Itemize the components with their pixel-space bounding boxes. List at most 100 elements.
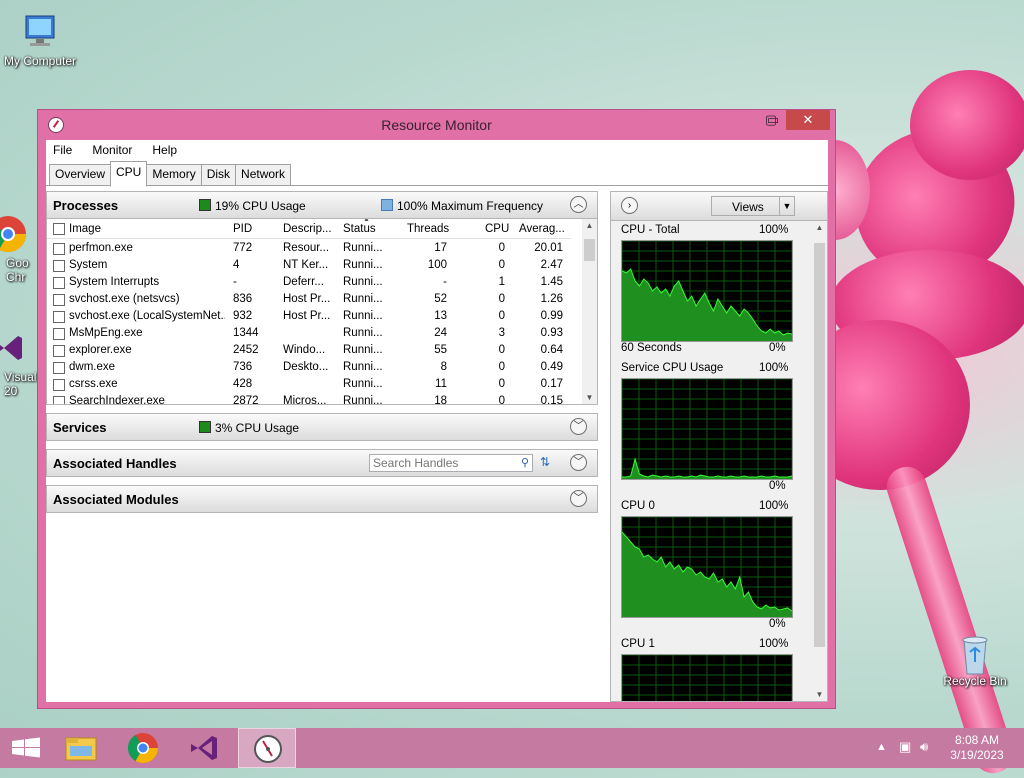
- close-button[interactable]: ✕: [786, 110, 830, 130]
- cell-cpu: 0: [498, 378, 505, 390]
- row-checkbox[interactable]: [53, 294, 65, 306]
- cell-average-cpu: 0.99: [540, 310, 563, 322]
- row-checkbox[interactable]: [53, 328, 65, 340]
- column-average-cpu[interactable]: Averag...: [519, 223, 565, 235]
- row-checkbox[interactable]: [53, 379, 65, 391]
- graphs-pane: › Views ▼ CPU - Total 100% 60 Seconds 0% Ser…: [610, 191, 828, 702]
- desktop-icon-recycle-bin[interactable]: Recycle Bin: [935, 632, 1015, 688]
- taskbar-chrome[interactable]: [116, 728, 170, 768]
- scroll-up-icon[interactable]: ▲: [582, 221, 597, 230]
- taskbar-file-explorer[interactable]: [54, 728, 108, 768]
- chevron-down-icon[interactable]: ﹀: [570, 418, 587, 435]
- cell-pid: 2872: [233, 395, 259, 405]
- scroll-thumb[interactable]: [814, 243, 825, 647]
- network-icon[interactable]: ▣: [899, 739, 911, 755]
- taskbar-resource-monitor[interactable]: [238, 728, 296, 768]
- row-checkbox[interactable]: [53, 277, 65, 289]
- tab-overview[interactable]: Overview: [49, 164, 112, 185]
- processes-scrollbar[interactable]: ▲ ▼: [582, 219, 597, 404]
- select-all-checkbox[interactable]: [53, 223, 65, 235]
- table-row[interactable]: svchost.exe (netsvcs) 836 Host Pr... Runni.…: [47, 291, 571, 308]
- handles-header[interactable]: Associated Handles ⚲ ⇅ ﹀: [46, 449, 598, 477]
- cell-cpu: 1: [498, 276, 505, 288]
- table-row[interactable]: MsMpEng.exe 1344 Runni... 24 3 0.93: [47, 325, 571, 342]
- start-button[interactable]: [0, 728, 54, 768]
- table-row[interactable]: System Interrupts - Deferr... Runni... - 1 1.4…: [47, 274, 571, 291]
- graphs-scrollbar[interactable]: ▲ ▼: [812, 221, 827, 701]
- cell-status: Runni...: [343, 276, 383, 288]
- handles-title: Associated Handles: [53, 456, 177, 471]
- menu-file[interactable]: File: [50, 143, 75, 157]
- scroll-down-icon[interactable]: ▼: [812, 690, 827, 699]
- row-checkbox[interactable]: [53, 311, 65, 323]
- row-checkbox[interactable]: [53, 345, 65, 357]
- chevron-right-icon[interactable]: ›: [621, 197, 638, 214]
- taskbar-visual-studio[interactable]: [177, 728, 231, 768]
- maximize-button[interactable]: ▢: [758, 110, 784, 130]
- table-row[interactable]: perfmon.exe 772 Resour... Runni... 17 0 20.01: [47, 240, 571, 257]
- column-cpu[interactable]: CPU: [485, 223, 509, 235]
- title-bar[interactable]: Resource Monitor ▭ ▢ ✕: [38, 110, 835, 140]
- scroll-up-icon[interactable]: ▲: [812, 223, 827, 232]
- processes-column-headers: Image PID Descrip... Status ▲ Threads CP…: [47, 219, 571, 239]
- chevron-down-icon[interactable]: ﹀: [570, 454, 587, 471]
- processes-header[interactable]: Processes 19% CPU Usage 100% Maximum Fre…: [46, 191, 598, 219]
- desktop-icon-visual-studio[interactable]: Visual 20: [0, 328, 38, 398]
- refresh-icon[interactable]: ⇅: [537, 455, 553, 471]
- table-row[interactable]: svchost.exe (LocalSystemNet... 932 Host Pr…: [47, 308, 571, 325]
- graph-canvas: [621, 378, 793, 480]
- cell-cpu: 0: [498, 242, 505, 254]
- search-icon[interactable]: ⚲: [521, 456, 529, 469]
- table-row[interactable]: explorer.exe 2452 Windo... Runni... 55 0 0.64: [47, 342, 571, 359]
- cell-threads: 52: [434, 293, 447, 305]
- green-square-icon: [199, 421, 211, 433]
- tab-disk[interactable]: Disk: [200, 164, 237, 185]
- column-status[interactable]: Status: [343, 223, 376, 235]
- processes-title: Processes: [53, 198, 119, 213]
- table-row[interactable]: csrss.exe 428 Runni... 11 0 0.17: [47, 376, 571, 393]
- column-image[interactable]: Image: [69, 223, 101, 235]
- table-row[interactable]: System 4 NT Ker... Runni... 100 0 2.47: [47, 257, 571, 274]
- cell-average-cpu: 0.17: [540, 378, 563, 390]
- scroll-down-icon[interactable]: ▼: [582, 393, 597, 402]
- modules-header[interactable]: Associated Modules ﹀: [46, 485, 598, 513]
- graphs-header: › Views ▼: [611, 192, 827, 221]
- green-square-icon: [199, 199, 211, 211]
- table-row[interactable]: SearchIndexer.exe 2872 Micros... Runni... 18…: [47, 393, 571, 405]
- column-pid[interactable]: PID: [233, 223, 252, 235]
- processes-cpu-usage-text: 19% CPU Usage: [215, 199, 306, 213]
- services-header[interactable]: Services 3% CPU Usage ﹀: [46, 413, 598, 441]
- taskbar-clock[interactable]: 8:08 AM 3/19/2023: [935, 733, 1019, 763]
- row-checkbox[interactable]: [53, 260, 65, 272]
- menu-help[interactable]: Help: [149, 143, 180, 157]
- tab-memory[interactable]: Memory: [146, 164, 202, 185]
- chrome-icon: [0, 214, 28, 254]
- column-threads[interactable]: Threads: [407, 223, 449, 235]
- graph-title: CPU - Total: [621, 224, 680, 236]
- dropdown-arrow-icon[interactable]: ▼: [779, 197, 794, 215]
- chevron-down-icon[interactable]: ﹀: [570, 490, 587, 507]
- tab-cpu[interactable]: CPU: [110, 161, 148, 187]
- table-row[interactable]: dwm.exe 736 Deskto... Runni... 8 0 0.49: [47, 359, 571, 376]
- desktop-icon-chrome[interactable]: Goo Chr: [0, 214, 38, 284]
- desktop-icon-my-computer[interactable]: My Computer: [0, 12, 80, 68]
- cell-image: explorer.exe: [69, 344, 132, 356]
- search-handles-input[interactable]: [373, 456, 513, 470]
- row-checkbox[interactable]: [53, 362, 65, 374]
- column-description[interactable]: Descrip...: [283, 223, 332, 235]
- show-hidden-icons-icon[interactable]: ▲: [876, 741, 887, 753]
- row-checkbox[interactable]: [53, 396, 65, 404]
- cell-cpu: 0: [498, 259, 505, 271]
- scroll-thumb[interactable]: [584, 239, 595, 261]
- menu-monitor[interactable]: Monitor: [89, 143, 135, 157]
- cell-image: MsMpEng.exe: [69, 327, 143, 339]
- graph-panel: CPU - Total 100% 60 Seconds 0%: [611, 221, 811, 359]
- views-dropdown[interactable]: Views ▼: [711, 196, 795, 216]
- cell-pid: 772: [233, 242, 253, 254]
- row-checkbox[interactable]: [53, 243, 65, 255]
- cell-image: System Interrupts: [69, 276, 160, 288]
- tab-network[interactable]: Network: [235, 164, 292, 185]
- volume-icon[interactable]: 🔊︎: [920, 739, 928, 755]
- cell-pid: 932: [233, 310, 253, 322]
- chevron-up-icon[interactable]: ︿: [570, 196, 587, 213]
